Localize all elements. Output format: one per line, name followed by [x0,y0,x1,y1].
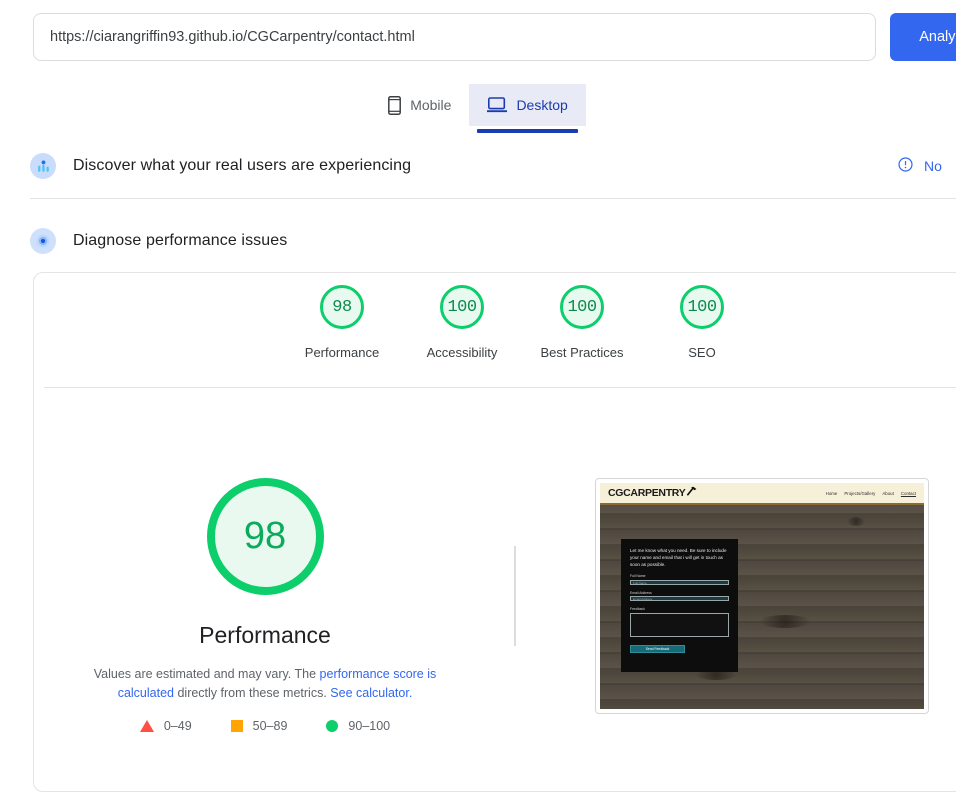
performance-summary: 98 Performance Values are estimated and … [34,478,496,733]
mobile-icon [388,95,402,115]
wood-texture-detail [848,517,864,526]
category-score-value: 100 [447,297,477,317]
thumb-nav-about: About [882,490,894,496]
lighthouse-report-card: 98 Performance 100 Accessibility 100 Bes… [33,272,956,792]
category-best-practices[interactable]: 100 Best Practices [522,285,642,360]
thumb-contact-form: Let me know what you need. Be sure to in… [621,539,738,672]
thumb-submit-button: Send Feedback [630,644,685,653]
legend-range-pass: 90–100 [348,719,391,733]
thumb-field-name: Full Name [630,579,729,585]
average-square-icon [230,720,243,732]
score-legend: 0–49 50–89 90–100 [139,719,390,733]
url-input[interactable] [33,13,876,61]
thumb-field-feedback [630,612,729,637]
real-users-icon [30,153,56,179]
diagnose-section-header: Diagnose performance issues [0,223,956,259]
thumb-field-email: Email Address [630,596,729,601]
thumb-logo-text: CGCARPENTRY [608,487,686,499]
legend-range-fail: 0–49 [163,719,192,733]
discover-status[interactable]: No [898,157,956,175]
thumb-site-nav: Home Projects/Gallery About Contact [826,491,916,496]
pass-circle-icon [326,720,339,732]
thumb-nav-contact: Contact [900,490,916,496]
legend-item-fail: 0–49 [139,719,192,733]
tab-desktop[interactable]: Desktop [469,84,586,133]
thumb-form-intro: Let me know what you need. Be sure to in… [630,548,727,567]
category-seo[interactable]: 100 SEO [642,285,762,360]
performance-score-value: 98 [243,515,287,557]
section-divider [30,198,956,199]
category-performance[interactable]: 98 Performance [282,285,402,360]
diagnostics-icon [30,228,56,254]
desktop-icon [487,97,508,113]
category-score-value: 100 [567,297,597,317]
discover-section-header: Discover what your real users are experi… [0,148,956,184]
thumb-nav-projects: Projects/Gallery [844,490,876,496]
category-score-value: 98 [332,297,352,317]
fail-triangle-icon [139,720,154,732]
url-form: Analyze [33,13,956,61]
thumb-field-label-name: Full Name [630,574,646,578]
tab-mobile-label: Mobile [410,97,452,113]
thumb-field-label-email: Email Address [630,590,652,595]
category-score-value: 100 [687,297,717,317]
category-score-strip: 98 Performance 100 Accessibility 100 Bes… [34,285,956,360]
category-accessibility[interactable]: 100 Accessibility [402,285,522,360]
category-label: Best Practices [540,345,624,360]
see-calculator-link[interactable]: See calculator. [330,686,412,700]
tab-mobile[interactable]: Mobile [370,84,469,126]
category-label: Performance [304,345,380,360]
thumb-site-logo: CGCARPENTRY [608,486,697,500]
thumb-nav-home: Home [825,490,838,496]
discover-title: Discover what your real users are experi… [73,157,412,174]
info-icon [898,157,913,175]
performance-gauge: 98 [206,478,324,595]
tab-desktop-label: Desktop [516,97,568,113]
category-label: SEO [688,345,716,360]
hammer-icon [686,486,697,500]
diagnose-title: Diagnose performance issues [73,232,288,249]
category-score-gauge: 100 [680,285,724,329]
screenshot-image: CGCARPENTRY Home Projects/Gallery About … [600,483,924,709]
disclaimer-text-1: Values are estimated and may vary. The [93,667,320,681]
card-divider [44,387,956,388]
category-score-gauge: 100 [560,285,604,329]
discover-status-label: No [924,158,942,174]
legend-item-average: 50–89 [230,719,288,733]
legend-item-pass: 90–100 [326,719,390,733]
category-score-gauge: 100 [440,285,484,329]
disclaimer-text-2: directly from these metrics. [177,686,331,700]
performance-title: Performance [199,622,331,648]
performance-disclaimer: Values are estimated and may vary. The p… [65,665,465,703]
thumb-field-label-feedback: Feedback [630,607,645,611]
legend-range-average: 50–89 [252,719,288,733]
final-screenshot: CGCARPENTRY Home Projects/Gallery About … [595,478,929,714]
vertical-divider [514,546,516,646]
category-label: Accessibility [426,345,498,360]
thumb-site-header: CGCARPENTRY Home Projects/Gallery About … [600,483,924,505]
device-tablist: Mobile Desktop [0,84,956,133]
category-score-gauge: 98 [320,285,364,329]
analyze-button[interactable]: Analyze [890,13,956,61]
wood-texture-detail [760,615,810,628]
